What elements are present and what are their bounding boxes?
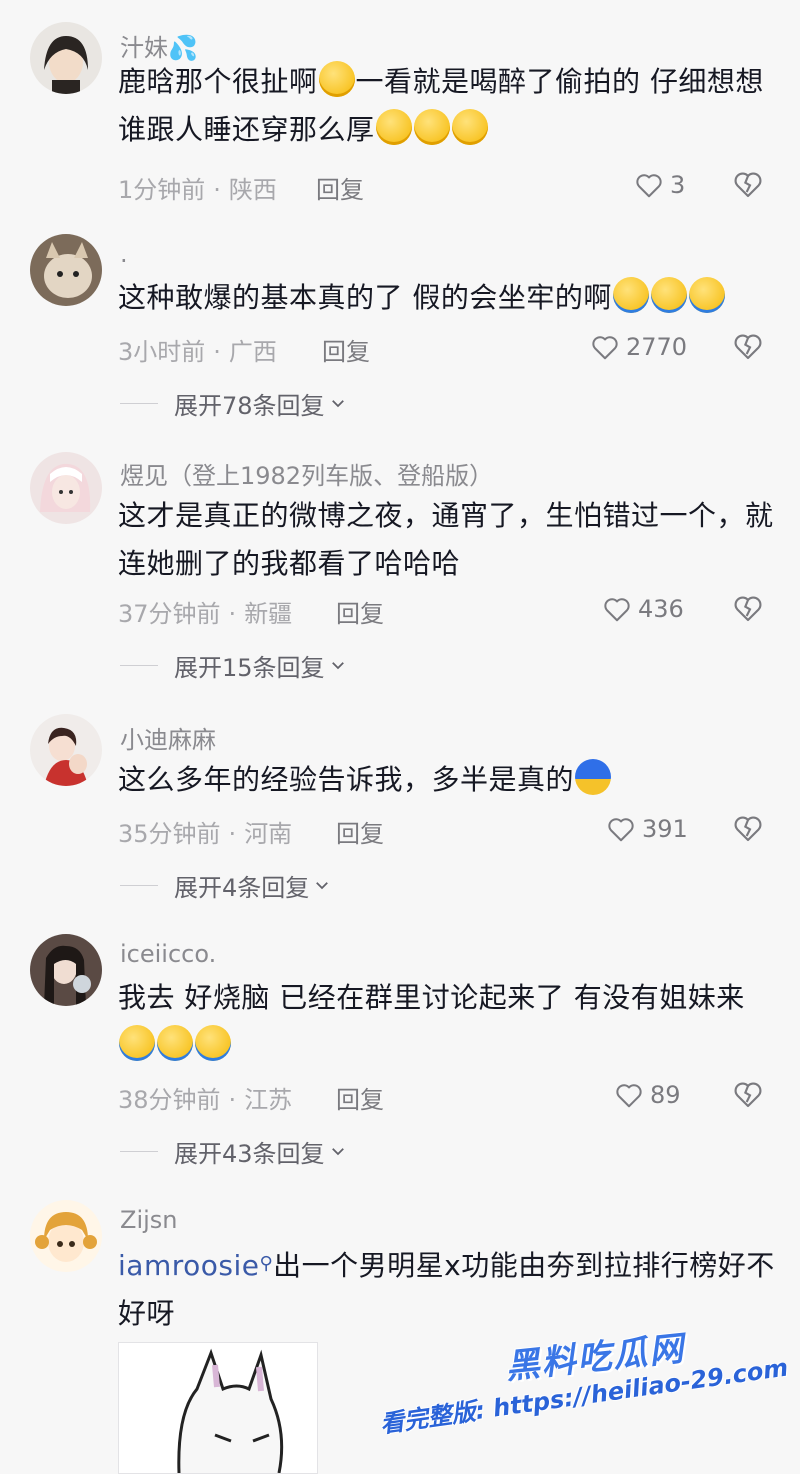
username[interactable]: Zijsn (120, 1206, 178, 1234)
dizzy-emoji-icon (375, 109, 412, 145)
heart-outline-icon (616, 1084, 642, 1108)
like-button[interactable]: 3 (634, 168, 685, 202)
broken-heart-icon[interactable] (732, 330, 764, 362)
heart-outline-icon (604, 598, 630, 622)
search-icon[interactable]: ⚲ (259, 1253, 273, 1274)
comment-text: 我去 好烧脑 已经在群里讨论起来了 有没有姐妹来 (118, 974, 778, 1070)
divider (120, 664, 158, 666)
timestamp: 38分钟前 (118, 1086, 221, 1114)
reply-button[interactable]: 回复 (316, 170, 364, 205)
comment-text: 这种敢爆的基本真的了 假的会坐牢的啊 (118, 274, 778, 322)
username[interactable]: 小迪麻麻 (120, 720, 216, 755)
divider (120, 402, 158, 404)
avatar[interactable] (30, 714, 102, 786)
comment-meta: 37分钟前 · 新疆 (118, 600, 293, 628)
comment-text-part: 这才是真正的微博之夜，通宵了，生怕错过一个，就连她删了的我都看了哈哈哈 (118, 499, 774, 580)
chevron-down-icon (331, 400, 344, 408)
mention-link[interactable]: iamroosie (118, 1249, 259, 1282)
comment-meta: 38分钟前 · 江苏 (118, 1086, 293, 1114)
comment-meta: 3小时前 · 广西 (118, 338, 277, 366)
dizzy-emoji-icon (413, 109, 450, 145)
like-count: 3 (670, 171, 686, 199)
comment-text: 鹿晗那个很扯啊 一看就是喝醉了偷拍的 仔细想想 谁跟人睡还穿那么厚 (118, 58, 778, 154)
broken-heart-icon[interactable] (732, 168, 764, 200)
broken-heart-icon[interactable] (732, 1078, 764, 1110)
expand-replies-button[interactable]: 展开4条回复 (120, 870, 331, 902)
avatar[interactable] (30, 452, 102, 524)
heart-outline-icon (636, 174, 662, 198)
chevron-down-icon (316, 882, 329, 890)
comment-text-part: 鹿晗那个很扯啊 (118, 65, 318, 98)
comment-text-part: 我去 好烧脑 已经在群里讨论起来了 有没有姐妹来 (118, 981, 745, 1014)
timestamp: 37分钟前 (118, 600, 221, 628)
timestamp: 1分钟前 (118, 176, 206, 204)
heart-outline-icon (592, 336, 618, 360)
reply-button[interactable]: 回复 (336, 814, 384, 849)
comment-text-part: 这种敢爆的基本真的了 假的会坐牢的啊 (118, 281, 612, 314)
expand-replies-button[interactable]: 展开15条回复 (120, 650, 347, 682)
divider (120, 884, 158, 886)
timestamp: 35分钟前 (118, 820, 221, 848)
avatar[interactable] (30, 234, 102, 306)
location: 新疆 (244, 600, 293, 628)
laugh-cry-emoji-icon (157, 1025, 193, 1061)
location: 江苏 (244, 1086, 293, 1114)
like-button[interactable]: 436 (602, 592, 684, 626)
divider (120, 1150, 158, 1152)
expand-replies-button[interactable]: 展开78条回复 (120, 388, 347, 420)
like-count: 436 (638, 595, 684, 623)
laugh-cry-emoji-icon (612, 277, 649, 313)
like-count: 391 (642, 815, 688, 843)
heart-outline-icon (608, 818, 634, 842)
dizzy-emoji-icon (451, 109, 488, 145)
username[interactable]: . (120, 240, 128, 268)
comment-text: 这么多年的经验告诉我，多半是真的 (118, 756, 778, 804)
expand-replies-button[interactable]: 展开43条回复 (120, 1136, 347, 1168)
username[interactable]: iceiicco. (120, 940, 216, 968)
comment-text-part: 这么多年的经验告诉我，多半是真的 (118, 763, 575, 796)
expand-replies-label: 展开15条回复 (174, 653, 325, 682)
reply-button[interactable]: 回复 (336, 594, 384, 629)
avatar[interactable] (30, 22, 102, 94)
reply-button[interactable]: 回复 (322, 332, 370, 367)
comment-image[interactable] (118, 1342, 318, 1474)
like-count: 89 (650, 1081, 681, 1109)
cartoon-rabbit-image (119, 1343, 317, 1473)
location: 陕西 (228, 176, 277, 204)
comment-meta: 35分钟前 · 河南 (118, 820, 293, 848)
laugh-cry-emoji-icon (688, 277, 725, 313)
avatar[interactable] (30, 934, 102, 1006)
location: 河南 (244, 820, 293, 848)
chevron-down-icon (331, 662, 344, 670)
like-button[interactable]: 89 (614, 1078, 681, 1112)
broken-heart-icon[interactable] (732, 812, 764, 844)
comment-text: 这才是真正的微博之夜，通宵了，生怕错过一个，就连她删了的我都看了哈哈哈 (118, 492, 778, 588)
comment-meta: 1分钟前 · 陕西 (118, 176, 277, 204)
location: 广西 (228, 338, 277, 366)
expand-replies-label: 展开43条回复 (174, 1139, 325, 1168)
like-button[interactable]: 2770 (590, 330, 687, 364)
avatar[interactable] (30, 1200, 102, 1272)
reply-button[interactable]: 回复 (336, 1080, 384, 1115)
dizzy-emoji-icon (318, 61, 355, 97)
laugh-cry-emoji-icon (195, 1025, 231, 1061)
laugh-cry-emoji-icon (119, 1025, 155, 1061)
watermark: 黑料吃瓜网 看完整版: https://heiliao-29.com (379, 1329, 790, 1450)
chevron-down-icon (331, 1148, 344, 1156)
broken-heart-icon[interactable] (732, 592, 764, 624)
expand-replies-label: 展开78条回复 (174, 391, 325, 420)
like-button[interactable]: 391 (606, 812, 688, 846)
laugh-cry-emoji-icon (650, 277, 687, 313)
username[interactable]: 煜见（登上1982列车版、登船版） (120, 456, 493, 491)
like-count: 2770 (626, 333, 688, 361)
timestamp: 3小时前 (118, 338, 206, 366)
expand-replies-label: 展开4条回复 (174, 873, 310, 902)
scared-emoji-icon (575, 759, 612, 795)
